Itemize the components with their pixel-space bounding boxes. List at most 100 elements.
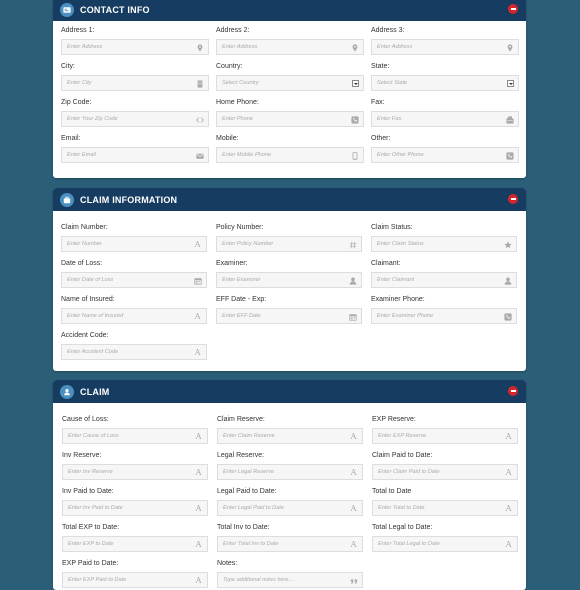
field-group: State: Select State [371, 62, 519, 91]
text-input[interactable]: Enter EXP to Date A [62, 536, 208, 552]
collapse-claim-information-button[interactable] [508, 194, 518, 204]
text-icon: A [350, 504, 357, 513]
text-input[interactable]: Enter EFF Date [216, 308, 362, 324]
text-input[interactable]: Enter EXP Reserve A [372, 428, 518, 444]
text-input[interactable]: Enter Legal Reserve A [217, 464, 363, 480]
text-icon: A [350, 540, 357, 549]
text-input[interactable]: Enter Your Zip Code [61, 111, 209, 127]
page: CONTACT INFO Address 1: Enter Address Addr… [0, 0, 580, 590]
field-label: Cause of Loss: [62, 416, 109, 423]
field-label: Home Phone: [216, 99, 259, 106]
field-group: Fax: Enter Fax [371, 98, 519, 127]
user-icon [503, 276, 512, 285]
text-input[interactable]: Enter Total to Date A [372, 500, 518, 516]
field-label: Address 3: [371, 27, 405, 34]
claim-information-header[interactable]: CLAIM INFORMATION [53, 188, 526, 211]
text-input[interactable]: Enter Total Legal to Date A [372, 536, 518, 552]
field-label: Accident Code: [61, 332, 109, 339]
text-input[interactable]: Enter Name of Insured A [61, 308, 207, 324]
select-field[interactable]: Select State [371, 75, 519, 91]
field-group: Examiner: Enter Examiner [216, 259, 362, 288]
text-icon: A [350, 432, 357, 441]
field-label: Inv Paid to Date: [62, 488, 114, 495]
text-input[interactable]: Enter Claim Status [371, 236, 517, 252]
text-input[interactable]: Enter Claim Reserve A [217, 428, 363, 444]
field-group: Total Inv to Date: Enter Total Inv to Dat… [217, 523, 363, 552]
mobile-icon [350, 151, 359, 160]
text-input[interactable]: Enter Examiner Phone [371, 308, 517, 324]
text-icon: A [505, 540, 512, 549]
field-group: Date of Loss: Enter Date of Loss [61, 259, 207, 288]
text-input[interactable]: Enter Other Phone [371, 147, 519, 163]
text-input[interactable]: Enter Cause of Loss A [62, 428, 208, 444]
text-input[interactable]: Enter Address [371, 39, 519, 55]
text-input[interactable]: Enter Policy Number [216, 236, 362, 252]
field-label: Claim Status: [371, 224, 413, 231]
field-group: Claim Reserve: Enter Claim Reserve A [217, 415, 363, 444]
input-placeholder: Enter Phone [222, 116, 254, 122]
field-group: Zip Code: Enter Your Zip Code [61, 98, 209, 127]
field-group: Claimant: Enter Claimant [371, 259, 517, 288]
input-placeholder: Enter Accident Code [67, 349, 119, 355]
field-label: Total Legal to Date: [372, 524, 433, 531]
text-input[interactable]: Enter Number A [61, 236, 207, 252]
claim-header[interactable]: CLAIM [53, 380, 526, 403]
field-group: EXP Reserve: Enter EXP Reserve A [372, 415, 518, 444]
text-input[interactable]: Enter Total Inv to Date A [217, 536, 363, 552]
field-label: Claim Number: [61, 224, 108, 231]
text-input[interactable]: Enter Phone [216, 111, 364, 127]
field-group: Inv Paid to Date: Enter Inv Paid to Date A [62, 487, 208, 516]
text-input[interactable]: Enter Address [61, 39, 209, 55]
text-input[interactable]: Enter EXP Paid to Date A [62, 572, 208, 588]
text-icon: A [194, 240, 201, 249]
field-group: Notes: Type additional notes here... [217, 559, 363, 588]
text-input[interactable]: Enter Mobile Phone [216, 147, 364, 163]
field-group: Address 1: Enter Address [61, 26, 209, 55]
field-group: Legal Paid to Date: Enter Legal Paid to D… [217, 487, 363, 516]
input-placeholder: Enter Other Phone [377, 152, 424, 158]
text-input[interactable]: Enter City [61, 75, 209, 91]
select-arrow-icon[interactable] [507, 80, 514, 87]
text-input[interactable]: Enter Fax [371, 111, 519, 127]
text-input[interactable]: Enter Date of Loss [61, 272, 207, 288]
text-input[interactable]: Enter Inv Paid to Date A [62, 500, 208, 516]
phone-icon [505, 151, 514, 160]
user-circle-icon [60, 384, 74, 399]
field-label: Date of Loss: [61, 260, 103, 267]
field-group: EFF Date - Exp: Enter EFF Date [216, 295, 362, 324]
phone-icon [350, 115, 359, 124]
field-group: EXP Paid to Date: Enter EXP Paid to Date A [62, 559, 208, 588]
text-input[interactable]: Enter Accident Code A [61, 344, 207, 360]
field-group: Address 3: Enter Address [371, 26, 519, 55]
text-input[interactable]: Enter Claim Paid to Date A [372, 464, 518, 480]
collapse-contact-button[interactable] [508, 4, 518, 14]
text-input[interactable]: Enter Inv Reserve A [62, 464, 208, 480]
select-arrow-icon[interactable] [352, 80, 359, 87]
field-label: Address 1: [61, 27, 95, 34]
text-input[interactable]: Enter Email [61, 147, 209, 163]
input-placeholder: Enter Address [222, 44, 258, 50]
collapse-claim-button[interactable] [508, 386, 518, 396]
text-input[interactable]: Enter Legal Paid to Date A [217, 500, 363, 516]
quote-icon [349, 576, 358, 585]
input-placeholder: Enter Policy Number [222, 241, 274, 247]
field-group: Claim Number: Enter Number A [61, 223, 207, 252]
field-label: EFF Date - Exp: [216, 296, 267, 303]
text-input[interactable]: Type additional notes here... [217, 572, 363, 588]
input-placeholder: Enter Examiner Phone [377, 313, 434, 319]
text-icon: A [505, 468, 512, 477]
field-label: Policy Number: [216, 224, 264, 231]
text-input[interactable]: Enter Examiner [216, 272, 362, 288]
field-label: Mobile: [216, 135, 239, 142]
field-label: Address 2: [216, 27, 250, 34]
field-group: Home Phone: Enter Phone [216, 98, 364, 127]
text-input[interactable]: Enter Claimant [371, 272, 517, 288]
text-input[interactable]: Enter Address [216, 39, 364, 55]
field-label: Name of Insured: [61, 296, 115, 303]
input-placeholder: Enter Inv Reserve [68, 469, 113, 475]
contact-info-header[interactable]: CONTACT INFO [53, 0, 526, 21]
code-icon [195, 115, 204, 124]
input-placeholder: Enter EXP to Date [68, 541, 114, 547]
field-label: State: [371, 63, 390, 70]
select-field[interactable]: Select Country [216, 75, 364, 91]
